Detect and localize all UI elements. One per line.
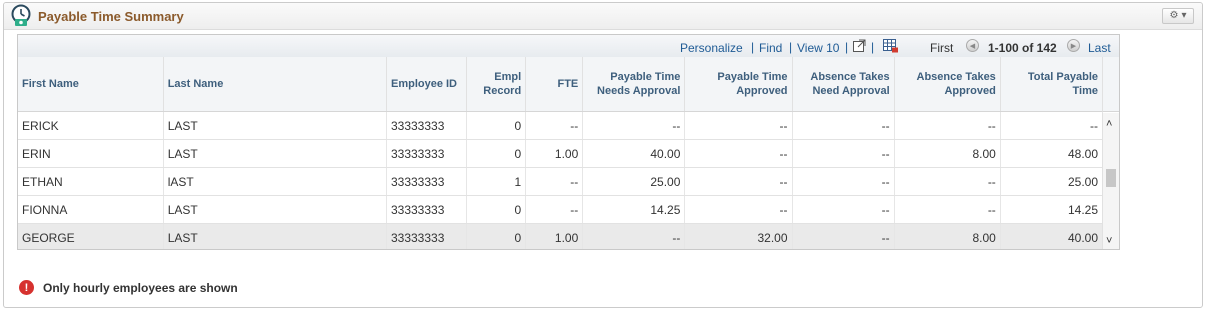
cell-last-name: lAST <box>163 167 387 196</box>
table-header-row: First Name Last Name Employee ID Empl Re… <box>18 57 1104 112</box>
nav-separator: | <box>871 40 875 54</box>
next-page-icon[interactable]: ▶ <box>1067 39 1080 52</box>
cell-absence-approved: -- <box>894 195 1001 224</box>
view-10-link[interactable]: View 10 <box>797 41 839 55</box>
grid-navigation-bar: Personalize | Find | View 10 | | First ◀ <box>18 35 1119 58</box>
cell-absence-needs-approval: -- <box>792 167 895 196</box>
cell-payable-approved: -- <box>684 111 793 140</box>
payable-time-grid: Personalize | Find | View 10 | | First ◀ <box>17 34 1120 250</box>
cell-fte: -- <box>525 167 584 196</box>
previous-page-icon[interactable]: ◀ <box>966 39 979 52</box>
cell-payable-approved: -- <box>684 139 793 168</box>
scrollbar-header-spacer <box>1102 57 1119 112</box>
col-header-total-payable[interactable]: Total Payable Time <box>1000 57 1104 112</box>
cell-employee-id: 33333333 <box>386 167 468 196</box>
cell-employee-id: 33333333 <box>386 111 468 140</box>
cell-empl-record: 0 <box>466 111 527 140</box>
col-header-fte[interactable]: FTE <box>525 57 584 112</box>
new-window-icon[interactable] <box>853 39 866 52</box>
cell-absence-approved: 8.00 <box>894 223 1001 249</box>
cell-payable-needs-approval: -- <box>582 111 686 140</box>
row-range: 1-100 of 142 <box>988 41 1057 55</box>
cell-last-name: LAST <box>163 223 387 249</box>
grid-vertical-scrollbar[interactable]: ˄ ˅ <box>1102 113 1119 249</box>
table-row[interactable]: FIONNA LAST 33333333 0 -- 14.25 -- -- --… <box>18 195 1104 224</box>
cell-absence-approved: 8.00 <box>894 139 1001 168</box>
col-header-first-name[interactable]: First Name <box>18 57 164 112</box>
cell-empl-record: 0 <box>466 195 527 224</box>
first-label: First <box>930 41 954 55</box>
cell-first-name: ERICK <box>18 111 164 140</box>
cell-absence-approved: -- <box>894 111 1001 140</box>
message-text: Only hourly employees are shown <box>43 280 238 295</box>
scroll-thumb[interactable] <box>1106 169 1116 187</box>
cell-employee-id: 33333333 <box>386 223 468 249</box>
cell-empl-record: 0 <box>466 223 527 249</box>
cell-absence-approved: -- <box>894 167 1001 196</box>
find-link[interactable]: Find <box>759 41 782 55</box>
payable-time-table: First Name Last Name Employee ID Empl Re… <box>18 57 1104 249</box>
cell-fte: 1.00 <box>525 139 584 168</box>
pagelet-options-menu[interactable]: ⚙ ▾ <box>1162 8 1194 24</box>
cell-payable-needs-approval: 25.00 <box>582 167 686 196</box>
cell-absence-needs-approval: -- <box>792 111 895 140</box>
scroll-up-icon[interactable]: ˄ <box>1106 119 1112 130</box>
cell-last-name: LAST <box>163 139 387 168</box>
pagelet-title: Payable Time Summary <box>38 9 184 24</box>
chevron-down-icon: ▾ <box>1181 10 1187 21</box>
cell-first-name: GEORGE <box>18 223 164 249</box>
cell-empl-record: 1 <box>466 167 527 196</box>
col-header-absence-needs-approval[interactable]: Absence Takes Need Approval <box>792 57 895 112</box>
last-link[interactable]: Last <box>1088 41 1111 55</box>
col-header-employee-id[interactable]: Employee ID <box>386 57 468 112</box>
cell-employee-id: 33333333 <box>386 139 468 168</box>
payable-time-summary-pagelet: Payable Time Summary ⚙ ▾ Personalize | F… <box>3 2 1203 308</box>
table-row[interactable]: GEORGE LAST 33333333 0 1.00 -- 32.00 -- … <box>18 223 1104 249</box>
personalize-link[interactable]: Personalize <box>680 41 743 55</box>
error-icon: ! <box>19 280 34 295</box>
table-row[interactable]: ERIN LAST 33333333 0 1.00 40.00 -- -- 8.… <box>18 139 1104 168</box>
cell-first-name: ETHAN <box>18 167 164 196</box>
cell-total-payable: 14.25 <box>1000 195 1104 224</box>
cell-total-payable: 48.00 <box>1000 139 1104 168</box>
cell-last-name: LAST <box>163 111 387 140</box>
cell-fte: 1.00 <box>525 223 584 249</box>
table-row[interactable]: ETHAN lAST 33333333 1 -- 25.00 -- -- -- … <box>18 167 1104 196</box>
cell-absence-needs-approval: -- <box>792 223 895 249</box>
nav-separator: | <box>751 40 755 54</box>
col-header-absence-approved[interactable]: Absence Takes Approved <box>894 57 1001 112</box>
cell-payable-approved: 32.00 <box>684 223 793 249</box>
col-header-empl-record[interactable]: Empl Record <box>466 57 527 112</box>
cell-payable-needs-approval: 14.25 <box>582 195 686 224</box>
table-row[interactable]: ERICK LAST 33333333 0 -- -- -- -- -- -- <box>18 111 1104 140</box>
cell-total-payable: -- <box>1000 111 1104 140</box>
cell-employee-id: 33333333 <box>386 195 468 224</box>
cell-payable-approved: -- <box>684 167 793 196</box>
info-message: ! Only hourly employees are shown <box>19 280 238 295</box>
cell-empl-record: 0 <box>466 139 527 168</box>
gear-icon: ⚙ <box>1169 10 1179 21</box>
nav-separator: | <box>845 40 849 54</box>
cell-payable-approved: -- <box>684 195 793 224</box>
cell-total-payable: 25.00 <box>1000 167 1104 196</box>
pagelet-header: Payable Time Summary ⚙ ▾ <box>4 3 1202 30</box>
cell-fte: -- <box>525 111 584 140</box>
nav-separator: | <box>789 40 793 54</box>
cell-total-payable: 40.00 <box>1000 223 1104 249</box>
cell-fte: -- <box>525 195 584 224</box>
download-spreadsheet-icon[interactable] <box>883 39 898 53</box>
col-header-payable-needs-approval[interactable]: Payable Time Needs Approval <box>582 57 686 112</box>
clock-money-icon <box>11 4 31 26</box>
col-header-payable-approved[interactable]: Payable Time Approved <box>684 57 793 112</box>
col-header-last-name[interactable]: Last Name <box>163 57 387 112</box>
cell-payable-needs-approval: -- <box>582 223 686 249</box>
cell-absence-needs-approval: -- <box>792 195 895 224</box>
scroll-down-icon[interactable]: ˅ <box>1106 236 1112 247</box>
cell-last-name: LAST <box>163 195 387 224</box>
cell-first-name: ERIN <box>18 139 164 168</box>
cell-payable-needs-approval: 40.00 <box>582 139 686 168</box>
cell-absence-needs-approval: -- <box>792 139 895 168</box>
cell-first-name: FIONNA <box>18 195 164 224</box>
